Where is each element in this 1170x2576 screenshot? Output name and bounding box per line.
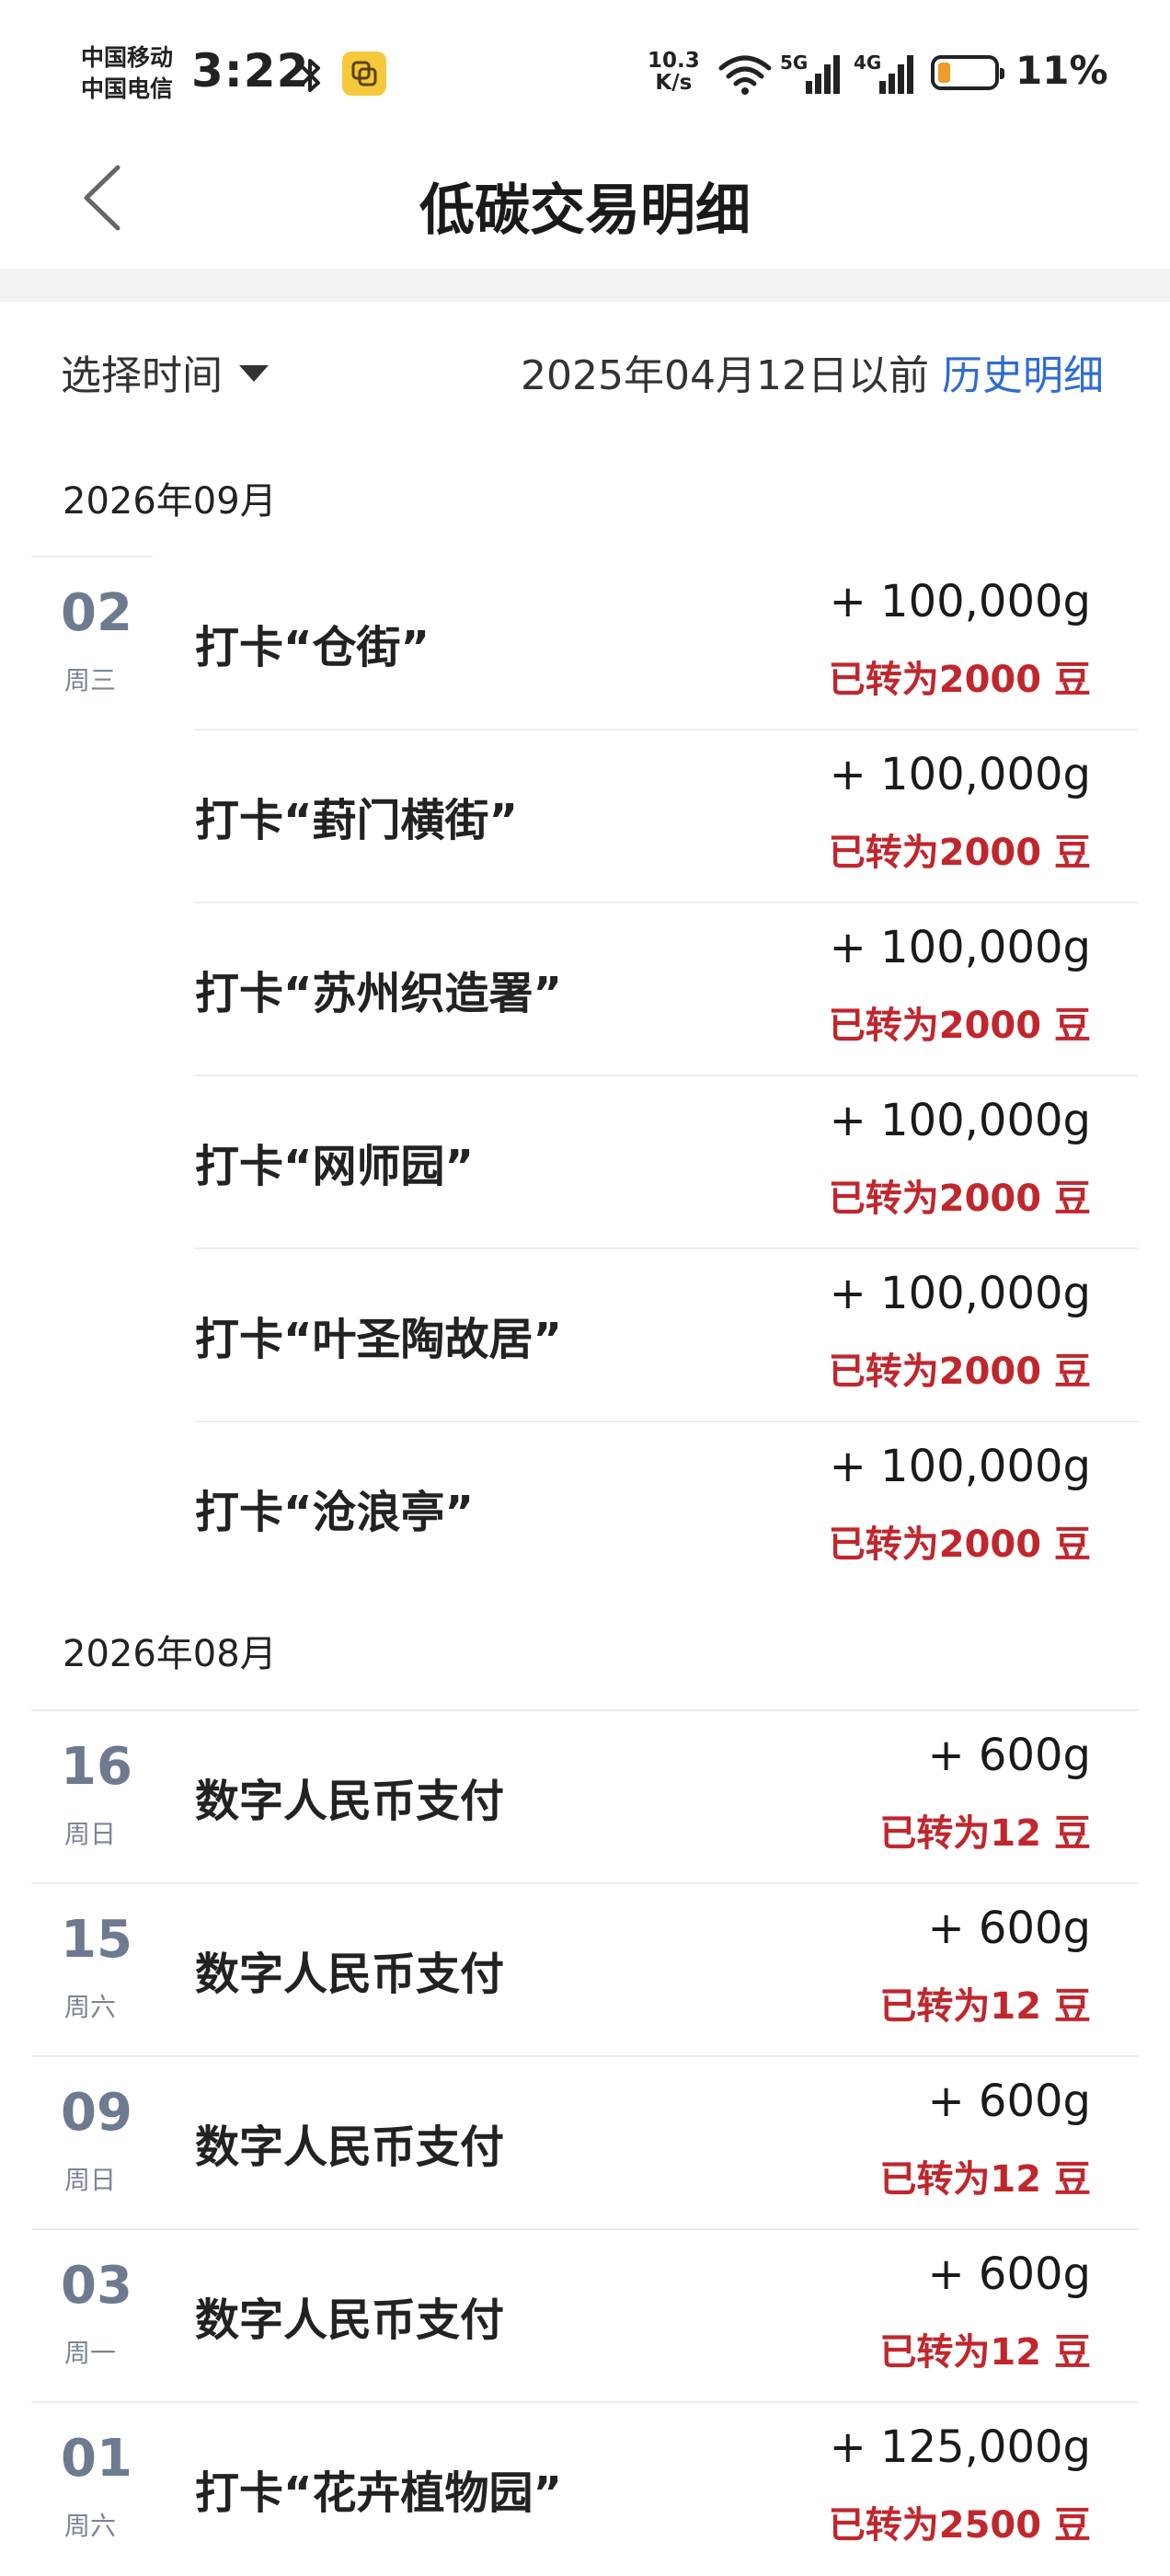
- transaction-title: 打卡“苏州织造署”: [195, 968, 563, 1019]
- transaction-title: 打卡“花卉植物园”: [195, 2467, 563, 2519]
- row-divider: [195, 729, 1139, 730]
- weekday-label: 周一: [64, 2338, 117, 2368]
- weekday-label: 周日: [64, 1819, 117, 1849]
- transaction-title: 数字人民币支付: [195, 2122, 505, 2173]
- carbon-amount: + 600g: [927, 2076, 1091, 2127]
- converted-beans: 已转为2000 豆: [828, 832, 1091, 874]
- status-time: 3:22: [191, 44, 310, 98]
- carbon-amount: + 100,000g: [829, 922, 1091, 973]
- transaction-row[interactable]: 01 周六 打卡“花卉植物园” + 125,000g 已转为2500 豆: [0, 2401, 1170, 2574]
- transaction-title: 打卡“葑门横街”: [195, 795, 519, 846]
- day-number: 02: [61, 583, 132, 643]
- carbon-amount: + 600g: [927, 2248, 1091, 2300]
- converted-beans: 已转为12 豆: [879, 2331, 1091, 2374]
- transaction-row[interactable]: 02 周三 打卡“仓街” + 100,000g 已转为2000 豆: [0, 556, 1170, 729]
- month-header: 2026年09月: [63, 480, 277, 523]
- battery-icon: [931, 55, 1004, 90]
- app-notification-icon: [342, 52, 386, 96]
- transaction-row[interactable]: 16 周日 数字人民币支付 + 600g 已转为12 豆: [0, 1709, 1170, 1882]
- converted-beans: 已转为2500 豆: [828, 2504, 1091, 2547]
- transaction-title: 数字人民币支付: [195, 2294, 505, 2346]
- converted-beans: 已转为12 豆: [879, 2158, 1091, 2201]
- carbon-amount: + 100,000g: [829, 1441, 1091, 1492]
- carbon-amount: + 600g: [927, 1730, 1091, 1781]
- transaction-row[interactable]: 15 周六 数字人民币支付 + 600g 已转为12 豆: [0, 1882, 1170, 2055]
- weekday-label: 周日: [64, 2165, 117, 2195]
- month-header: 2026年08月: [63, 1633, 277, 1675]
- battery-level-fill: [938, 63, 951, 83]
- page-title: 低碳交易明细: [419, 178, 751, 243]
- transaction-row[interactable]: 打卡“叶圣陶故居” + 100,000g 已转为2000 豆: [0, 1248, 1170, 1420]
- converted-beans: 已转为2000 豆: [828, 1005, 1091, 1047]
- date-cell: 03 周一: [31, 2228, 153, 2401]
- row-divider: [195, 1420, 1139, 1422]
- history-filter: 2025年04月12日以前 历史明细: [521, 342, 1104, 401]
- row-divider: [195, 1075, 1139, 1076]
- date-cell: 16 周日: [31, 1709, 153, 1882]
- carbon-amount: + 100,000g: [829, 1268, 1091, 1319]
- carbon-amount: + 100,000g: [829, 749, 1091, 800]
- transaction-row[interactable]: 打卡“网师园” + 100,000g 已转为2000 豆: [0, 1075, 1170, 1248]
- day-number: 15: [61, 1910, 132, 1970]
- bluetooth-icon: [300, 59, 320, 92]
- weekday-label: 周六: [64, 1992, 117, 2022]
- day-number: 01: [61, 2429, 132, 2489]
- row-divider: [153, 1882, 1139, 1884]
- row-divider: [195, 1248, 1139, 1249]
- carbon-amount: + 100,000g: [829, 1095, 1091, 1146]
- carbon-amount: + 100,000g: [829, 576, 1091, 627]
- converted-beans: 已转为12 豆: [879, 1812, 1091, 1855]
- weekday-label: 周六: [64, 2511, 117, 2541]
- converted-beans: 已转为2000 豆: [828, 1351, 1091, 1393]
- caret-down-icon: [239, 365, 269, 382]
- history-detail-link[interactable]: 历史明细: [942, 352, 1104, 399]
- converted-beans: 已转为2000 豆: [828, 659, 1091, 701]
- carrier-1: 中国移动: [81, 44, 174, 71]
- converted-beans: 已转为12 豆: [879, 1985, 1091, 2028]
- transaction-title: 打卡“仓街”: [195, 622, 430, 673]
- day-number: 09: [61, 2083, 132, 2143]
- transaction-title: 打卡“叶圣陶故居”: [195, 1314, 563, 1365]
- transaction-row[interactable]: 打卡“苏州织造署” + 100,000g 已转为2000 豆: [0, 902, 1170, 1075]
- transaction-row[interactable]: 打卡“沧浪亭” + 100,000g 已转为2000 豆: [0, 1420, 1170, 1593]
- carrier-2: 中国电信: [81, 75, 174, 102]
- row-divider: [153, 1709, 1139, 1711]
- time-select-dropdown[interactable]: 选择时间: [61, 342, 269, 401]
- network-speed: 10.3 K/s: [648, 49, 700, 95]
- row-divider: [153, 2055, 1139, 2057]
- signal-bars-icon: [879, 55, 913, 94]
- carbon-amount: + 125,000g: [829, 2421, 1091, 2473]
- date-cell: 01 周六: [31, 2401, 153, 2574]
- transaction-title: 打卡“网师园”: [195, 1141, 475, 1192]
- row-divider: [195, 902, 1139, 903]
- converted-beans: 已转为2000 豆: [828, 1524, 1091, 1566]
- transaction-row[interactable]: 09 周日 数字人民币支付 + 600g 已转为12 豆: [0, 2055, 1170, 2228]
- transaction-title: 数字人民币支付: [195, 1776, 505, 1827]
- day-number: 16: [61, 1737, 132, 1797]
- carbon-amount: + 600g: [927, 1903, 1091, 1954]
- status-bar: 中国移动 中国电信 3:22 10.3 K/s 5G 4G 11%: [0, 0, 1170, 138]
- day-number: 03: [61, 2256, 132, 2316]
- transaction-row[interactable]: 03 周一 数字人民币支付 + 600g 已转为12 豆: [0, 2228, 1170, 2401]
- date-cell: 15 周六: [31, 1882, 153, 2055]
- transaction-title: 数字人民币支付: [195, 1949, 505, 2000]
- cutoff-date-text: 2025年04月12日以前: [521, 352, 929, 399]
- signal-bars-icon: [806, 55, 840, 94]
- weekday-label: 周三: [64, 665, 117, 696]
- transaction-row[interactable]: 打卡“葑门横街” + 100,000g 已转为2000 豆: [0, 729, 1170, 902]
- converted-beans: 已转为2000 豆: [828, 1178, 1091, 1220]
- row-divider: [153, 2401, 1139, 2403]
- date-cell: 09 周日: [31, 2055, 153, 2228]
- carrier-names: 中国移动 中国电信: [81, 42, 173, 105]
- time-select-label: 选择时间: [61, 352, 223, 399]
- row-divider: [153, 2228, 1139, 2230]
- battery-percent: 11%: [1015, 48, 1108, 93]
- transaction-title: 打卡“沧浪亭”: [195, 1487, 475, 1538]
- date-cell: 02 周三: [31, 556, 153, 729]
- wifi-icon: [718, 55, 772, 95]
- header-divider: [0, 269, 1170, 302]
